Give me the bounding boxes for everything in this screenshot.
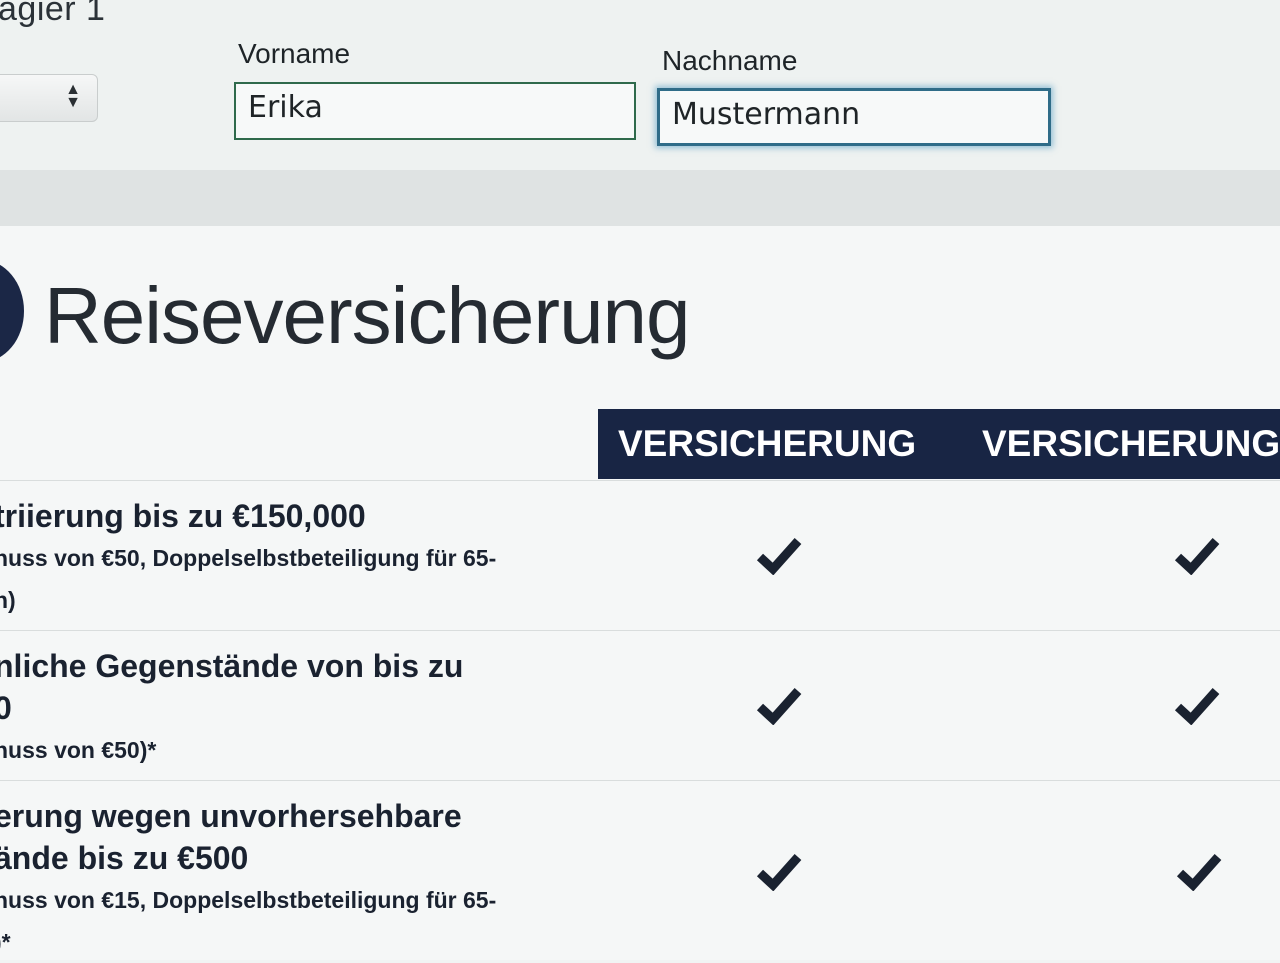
table-row: erung wegen unvorhersehbare ände bis zu … xyxy=(0,780,1280,961)
brand-logo-icon xyxy=(0,260,24,362)
row-title: 0 xyxy=(0,690,12,726)
row-note: )* xyxy=(0,929,11,955)
row-title: ände bis zu €500 xyxy=(0,840,249,876)
row-title: nliche Gegenstände von bis zu xyxy=(0,648,464,684)
nachname-label: Nachname xyxy=(662,45,798,76)
checkmark-icon xyxy=(756,854,802,891)
row-note: huss von €50)* xyxy=(0,737,157,763)
select-arrows-icon: ▲ ▼ xyxy=(65,81,81,111)
plan-column-header-2: VERSICHERUNG xyxy=(982,423,1280,464)
row-note: n) xyxy=(0,587,16,613)
row-description: erung wegen unvorhersehbare ände bis zu … xyxy=(0,795,574,963)
row-note: huss von €50, Doppelselbstbeteiligung fü… xyxy=(0,545,497,571)
passenger-form: agier 1 ▲ ▼ Vorname Erika Nachname Muster… xyxy=(0,0,1280,170)
passenger-heading: agier 1 xyxy=(0,0,106,28)
nachname-input[interactable]: Mustermann xyxy=(657,88,1051,146)
section-divider xyxy=(0,170,1280,226)
plan-column-header-1: VERSICHERUNG xyxy=(618,423,917,464)
checkmark-icon xyxy=(756,688,802,725)
vorname-label: Vorname xyxy=(238,38,351,69)
page-title: Reiseversicherung xyxy=(44,271,691,360)
row-title: triierung bis zu €150,000 xyxy=(0,498,366,534)
checkmark-icon xyxy=(1174,688,1220,725)
checkmark-icon xyxy=(1176,854,1222,891)
table-row: nliche Gegenstände von bis zu 0 huss von… xyxy=(0,630,1280,781)
row-description: triierung bis zu €150,000 huss von €50, … xyxy=(0,495,574,621)
vorname-input[interactable]: Erika xyxy=(234,82,636,140)
row-note: huss von €15, Doppelselbstbeteiligung fü… xyxy=(0,887,497,913)
insurance-section: Reiseversicherung VERSICHERUNG VERSICHER… xyxy=(0,226,1280,960)
row-description: nliche Gegenstände von bis zu 0 huss von… xyxy=(0,645,574,771)
row-title: erung wegen unvorhersehbare xyxy=(0,798,462,834)
checkmark-icon xyxy=(756,538,802,575)
table-row: triierung bis zu €150,000 huss von €50, … xyxy=(0,480,1280,631)
plan-header-band: VERSICHERUNG VERSICHERUNG xyxy=(598,409,1280,479)
checkmark-icon xyxy=(1174,538,1220,575)
salutation-select[interactable]: ▲ ▼ xyxy=(0,74,98,122)
